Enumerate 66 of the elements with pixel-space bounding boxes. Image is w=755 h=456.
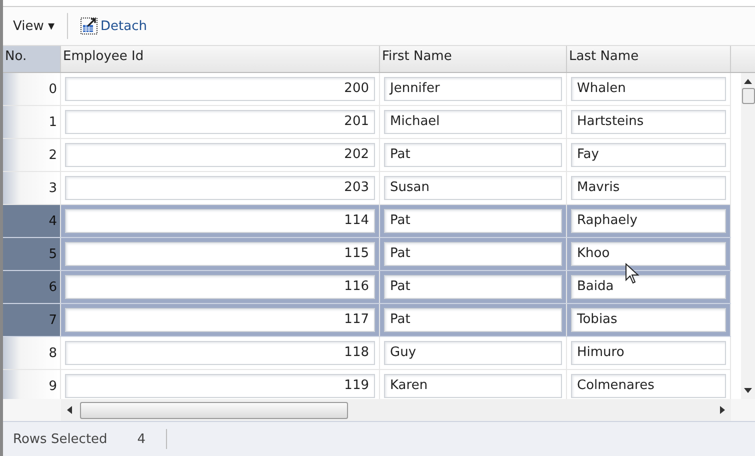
table-row[interactable]: 3 203 Susan Mavris [3, 172, 731, 205]
text-field[interactable]: 119 [65, 374, 375, 398]
text-field[interactable]: Michael [384, 110, 562, 134]
text-field[interactable]: Susan [384, 176, 562, 200]
table-row[interactable]: 5 115 Pat Khoo [3, 238, 731, 271]
text-field[interactable]: Pat [384, 242, 562, 266]
status-label: Rows Selected [13, 432, 108, 446]
text-field[interactable]: Karen [384, 374, 562, 398]
text-field[interactable]: 118 [65, 341, 375, 365]
text-field[interactable]: 114 [65, 209, 375, 233]
text-field[interactable]: 202 [65, 143, 375, 167]
text-field[interactable]: 201 [65, 110, 375, 134]
scroll-thumb[interactable] [80, 402, 348, 418]
horizontal-scrollbar[interactable] [61, 399, 731, 421]
vertical-scrollbar[interactable] [741, 73, 755, 399]
table-row[interactable]: 0 200 Jennifer Whalen [3, 73, 731, 106]
row-number: 3 [3, 172, 61, 204]
scroll-thumb[interactable] [742, 88, 754, 104]
text-field[interactable]: Himuro [571, 341, 726, 365]
column-header[interactable]: No. [3, 46, 61, 72]
scroll-down-icon [744, 388, 752, 393]
column-header[interactable]: Employee Id [61, 46, 380, 72]
text-field[interactable]: 200 [65, 77, 375, 101]
row-number: 1 [3, 106, 61, 138]
status-value: 4 [137, 432, 146, 446]
table-row[interactable]: 7 117 Pat Tobias [3, 304, 731, 337]
text-field[interactable]: 116 [65, 275, 375, 299]
row-number: 9 [3, 370, 61, 399]
row-number: 6 [3, 271, 61, 303]
row-number: 0 [3, 73, 61, 105]
text-field[interactable]: Guy [384, 341, 562, 365]
row-number: 8 [3, 337, 61, 369]
row-number: 7 [3, 304, 61, 336]
mouse-pointer-icon [625, 263, 641, 285]
text-field[interactable]: Mavris [571, 176, 726, 200]
detach-button[interactable]: Detach [74, 15, 153, 37]
text-field[interactable]: Colmenares [571, 374, 726, 398]
table-row[interactable]: 1 201 Michael Hartsteins [3, 106, 731, 139]
scroll-left-icon [67, 406, 72, 414]
table-row[interactable]: 6 116 Pat Baida [3, 271, 731, 304]
column-header[interactable]: Last Name [567, 46, 731, 72]
row-number: 4 [3, 205, 61, 237]
text-field[interactable]: Baida [571, 275, 726, 299]
column-header[interactable]: First Name [380, 46, 567, 72]
scroll-up-icon [744, 79, 752, 84]
text-field[interactable]: 115 [65, 242, 375, 266]
scroll-right-icon [720, 406, 725, 414]
view-menu[interactable]: View ▾ [7, 16, 61, 36]
text-field[interactable]: Raphaely [571, 209, 726, 233]
text-field[interactable]: Pat [384, 143, 562, 167]
table-row[interactable]: 2 202 Pat Fay [3, 139, 731, 172]
text-field[interactable]: Fay [571, 143, 726, 167]
text-field[interactable]: Tobias [571, 308, 726, 332]
row-number: 5 [3, 238, 61, 270]
text-field[interactable]: Khoo [571, 242, 726, 266]
text-field[interactable]: Hartsteins [571, 110, 726, 134]
row-number: 2 [3, 139, 61, 171]
table-row[interactable]: 8 118 Guy Himuro [3, 337, 731, 370]
text-field[interactable]: 117 [65, 308, 375, 332]
text-field[interactable]: 203 [65, 176, 375, 200]
text-field[interactable]: Pat [384, 308, 562, 332]
table-row[interactable]: 4 114 Pat Raphaely [3, 205, 731, 238]
text-field[interactable]: Jennifer [384, 77, 562, 101]
text-field[interactable]: Pat [384, 209, 562, 233]
text-field[interactable]: Pat [384, 275, 562, 299]
text-field[interactable]: Whalen [571, 77, 726, 101]
